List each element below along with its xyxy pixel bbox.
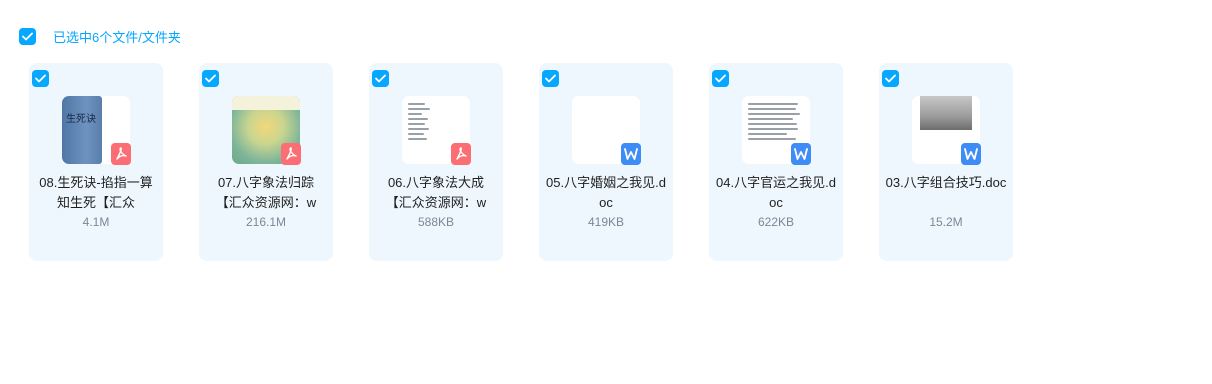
file-grid-page: 已选中6个文件/文件夹 生死诀 08.生死诀-掐指一算知生死【汇众 4.1M 0… <box>0 0 1212 384</box>
file-card[interactable]: 06.八字象法大成【汇众资源网：w 588KB <box>369 63 503 261</box>
select-all-bar: 已选中6个文件/文件夹 <box>19 27 181 45</box>
check-icon <box>885 74 896 83</box>
file-card[interactable]: 05.八字婚姻之我见.doc 419KB <box>539 63 673 261</box>
file-size: 622KB <box>757 215 795 229</box>
word-icon <box>621 143 641 165</box>
file-thumbnail: 生死诀 <box>62 96 131 165</box>
file-size: 4.1M <box>82 215 110 229</box>
book-cover-title: 生死诀 <box>66 114 96 125</box>
file-thumbnail <box>572 96 641 165</box>
check-icon <box>205 74 216 83</box>
file-size: 419KB <box>587 215 625 229</box>
file-thumbnail <box>912 96 981 165</box>
word-icon <box>961 143 981 165</box>
file-thumbnail <box>742 96 811 165</box>
file-card[interactable]: 03.八字组合技巧.doc 15.2M <box>879 63 1013 261</box>
pdf-icon <box>111 143 131 165</box>
check-icon <box>35 74 46 83</box>
file-size: 216.1M <box>245 215 287 229</box>
file-grid: 生死诀 08.生死诀-掐指一算知生死【汇众 4.1M 07.八字象法归踪【汇众资… <box>29 63 1049 261</box>
file-thumbnail <box>402 96 471 165</box>
file-name: 07.八字象法归踪【汇众资源网：w <box>215 175 317 210</box>
word-icon <box>791 143 811 165</box>
file-checkbox[interactable] <box>882 70 899 87</box>
file-checkbox[interactable] <box>372 70 389 87</box>
file-name: 03.八字组合技巧.doc <box>885 175 1007 190</box>
select-all-checkbox[interactable] <box>19 27 36 45</box>
book-cover-image: 生死诀 <box>62 96 102 164</box>
file-name: 08.生死诀-掐指一算知生死【汇众 <box>39 175 153 210</box>
check-icon <box>545 74 556 83</box>
file-checkbox[interactable] <box>202 70 219 87</box>
file-size: 15.2M <box>929 215 963 229</box>
file-checkbox[interactable] <box>32 70 49 87</box>
file-card[interactable]: 07.八字象法归踪【汇众资源网：w 216.1M <box>199 63 333 261</box>
file-checkbox[interactable] <box>542 70 559 87</box>
file-card[interactable]: 04.八字官运之我见.doc 622KB <box>709 63 843 261</box>
check-icon <box>375 74 386 83</box>
file-thumbnail <box>232 96 301 165</box>
file-name: 06.八字象法大成【汇众资源网：w <box>385 175 487 210</box>
file-card[interactable]: 生死诀 08.生死诀-掐指一算知生死【汇众 4.1M <box>29 63 163 261</box>
file-name: 04.八字官运之我见.doc <box>716 175 836 210</box>
pdf-icon <box>281 143 301 165</box>
file-size: 588KB <box>417 215 455 229</box>
file-checkbox[interactable] <box>712 70 729 87</box>
selection-count-text: 已选中6个文件/文件夹 <box>53 29 181 45</box>
pdf-icon <box>451 143 471 165</box>
photo-preview <box>920 96 972 130</box>
check-icon <box>715 74 726 83</box>
check-icon <box>22 32 33 40</box>
file-name: 05.八字婚姻之我见.doc <box>546 175 666 210</box>
